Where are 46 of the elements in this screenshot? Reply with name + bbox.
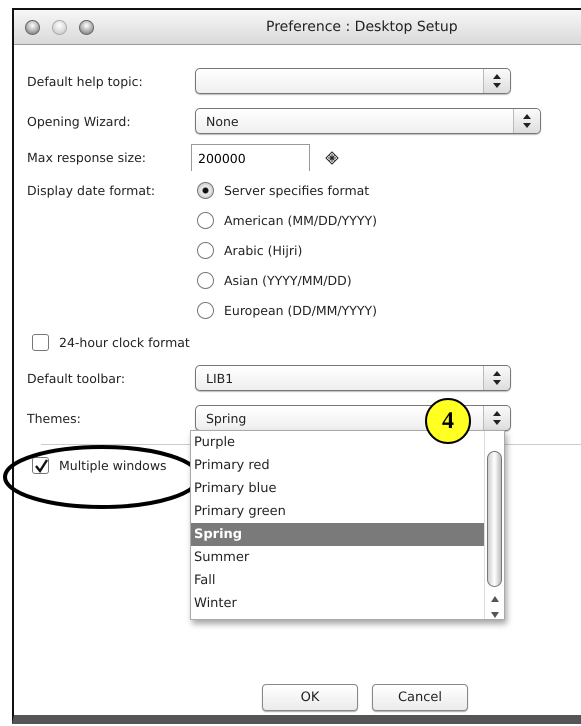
radio-label: Server specifies format xyxy=(224,183,370,198)
list-item[interactable]: Winter xyxy=(191,592,484,615)
text-field[interactable]: 200000 xyxy=(191,144,310,171)
window-title: Preference : Desktop Setup xyxy=(266,19,458,35)
zoom-button[interactable] xyxy=(79,20,94,34)
scrollbar-thumb[interactable] xyxy=(487,451,502,587)
radio-label: American (MM/DD/YYYY) xyxy=(224,213,377,228)
dialog-button[interactable]: OK xyxy=(262,684,358,711)
list-item[interactable]: Fall xyxy=(191,569,484,592)
radio-label: Asian (YYYY/MM/DD) xyxy=(224,273,352,288)
radio-button[interactable] xyxy=(197,302,214,319)
field-label: Display date format: xyxy=(27,182,156,198)
stepper-arrows-icon xyxy=(522,113,532,129)
checkbox[interactable] xyxy=(32,334,49,351)
list-item[interactable]: Primary blue xyxy=(191,477,484,500)
diamond-icon xyxy=(325,150,339,164)
scroll-down-arrow-icon xyxy=(490,611,500,619)
dropdown-field[interactable]: LIB1 xyxy=(195,365,511,391)
check-icon xyxy=(34,458,48,472)
radio-label: Arabic (Hijri) xyxy=(224,243,302,258)
list-item[interactable]: Primary green xyxy=(191,500,484,523)
list-item[interactable]: Summer xyxy=(191,546,484,569)
field-label: Default toolbar: xyxy=(27,370,126,386)
checkbox-label: Multiple windows xyxy=(59,458,167,473)
field-label: Default help topic: xyxy=(27,74,144,88)
stepper-arrows-icon xyxy=(492,370,502,386)
radio-label: European (DD/MM/YYYY) xyxy=(224,303,378,318)
dropdown-field[interactable]: None xyxy=(195,108,541,134)
dropdown-field[interactable] xyxy=(195,68,511,94)
field-label: Max response size: xyxy=(27,150,148,165)
radio-button[interactable] xyxy=(197,182,214,199)
stepper-arrows-icon xyxy=(492,73,502,89)
field-label: Opening Wizard: xyxy=(27,114,132,128)
scroll-up-arrow-icon xyxy=(490,595,500,603)
list-item[interactable]: Primary red xyxy=(191,454,484,477)
radio-button[interactable] xyxy=(197,272,214,289)
radio-button[interactable] xyxy=(197,242,214,259)
list-item[interactable]: Spring xyxy=(191,523,484,546)
scrollbar[interactable] xyxy=(484,431,504,619)
dialog-button[interactable]: Cancel xyxy=(372,684,468,711)
close-button[interactable] xyxy=(25,20,40,34)
stepper-arrows-icon xyxy=(492,410,502,426)
checkbox-label: 24-hour clock format xyxy=(59,335,190,350)
field-label: Themes: xyxy=(27,410,82,426)
checkbox[interactable] xyxy=(32,457,49,474)
radio-button[interactable] xyxy=(197,212,214,229)
